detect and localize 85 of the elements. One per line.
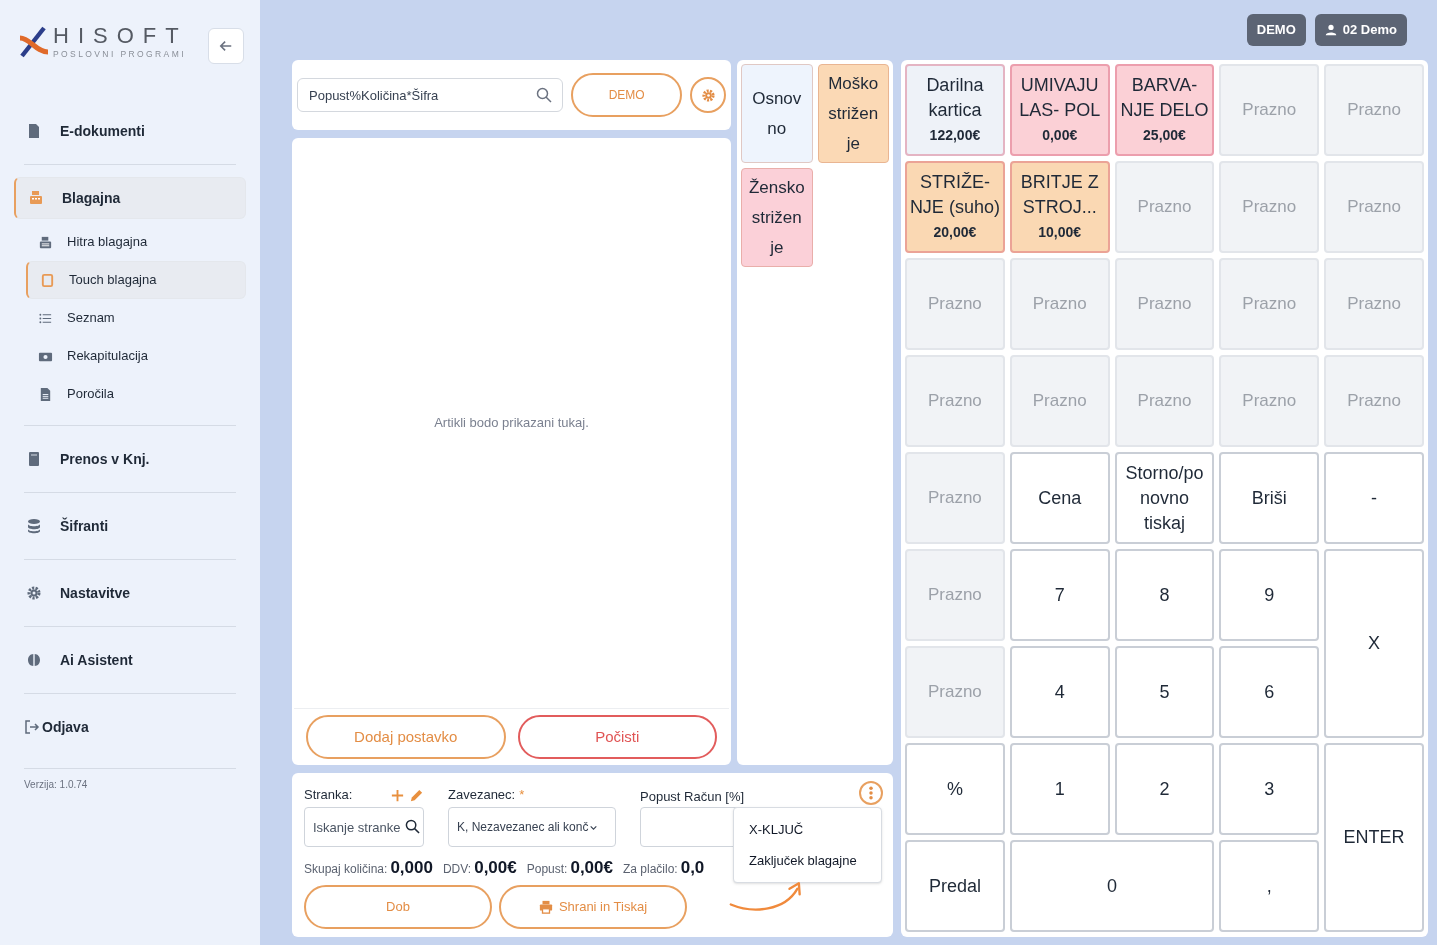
nav-item[interactable]: Odjava bbox=[14, 706, 246, 748]
nav-item[interactable]: Prenos v Knj. bbox=[14, 438, 246, 480]
book-icon bbox=[26, 451, 42, 467]
printer-icon bbox=[538, 899, 553, 914]
customer-search-field[interactable]: Iskanje stranke bbox=[304, 807, 424, 847]
keypad-key[interactable]: % bbox=[905, 743, 1005, 835]
logo-title: HISOFT bbox=[53, 24, 188, 48]
category-button[interactable]: Žensko strižen je bbox=[741, 168, 813, 267]
report-icon bbox=[38, 386, 53, 402]
keypad-key[interactable]: 0 bbox=[1009, 840, 1215, 932]
keypad-key[interactable]: 2 bbox=[1114, 743, 1215, 835]
product-button[interactable]: BRITJE Z STROJ... 10,00€ bbox=[1009, 161, 1110, 253]
version-text: Verzija: 1.0.74 bbox=[23, 778, 89, 792]
product-button[interactable]: Darilna kartica 122,00€ bbox=[905, 64, 1005, 156]
menu-item[interactable]: Zaključek blagajne bbox=[749, 851, 866, 871]
category-button[interactable]: Moško strižen je bbox=[817, 64, 889, 163]
nav-item[interactable]: Ai Asistent bbox=[14, 639, 246, 681]
field-label: Popust Račun [%] bbox=[640, 788, 746, 803]
user-badge[interactable]: 02 Demo bbox=[1314, 14, 1407, 46]
keypad-key[interactable]: 1 bbox=[1009, 743, 1110, 835]
more-icon bbox=[869, 786, 873, 800]
cash-register-icon bbox=[28, 190, 44, 206]
search-field[interactable]: Popust%Količina*Šifra bbox=[297, 78, 564, 112]
keypad-key[interactable]: 8 bbox=[1114, 549, 1215, 641]
search-icon bbox=[536, 87, 553, 103]
keypad-key[interactable]: ENTER bbox=[1324, 743, 1424, 932]
nav-subitem[interactable]: Touch blagajna bbox=[26, 261, 246, 299]
total-value: 0,00€ bbox=[474, 857, 517, 879]
back-button[interactable] bbox=[208, 28, 244, 64]
category-button[interactable]: Osnov no bbox=[741, 64, 813, 163]
total-label: DDV: bbox=[442, 861, 472, 878]
nav-subitem[interactable]: Poročila bbox=[26, 375, 246, 413]
nav-subitem[interactable]: Hitra blagajna bbox=[26, 223, 246, 261]
more-button[interactable] bbox=[859, 781, 883, 805]
keypad-key[interactable]: 9 bbox=[1219, 549, 1320, 641]
settings-button[interactable] bbox=[690, 77, 726, 113]
plus-icon bbox=[390, 787, 405, 803]
company-badge[interactable]: DEMO bbox=[1246, 14, 1306, 46]
keypad-key[interactable]: , bbox=[1219, 840, 1320, 932]
total-label: Popust: bbox=[526, 861, 568, 878]
keypad-key[interactable]: 6 bbox=[1219, 646, 1320, 738]
total-value: 0,0 bbox=[680, 857, 705, 879]
keypad-key[interactable]: Cena bbox=[1009, 452, 1110, 544]
nav-subitem[interactable]: Rekapitulacija bbox=[26, 337, 246, 375]
clear-button[interactable]: Počisti bbox=[517, 715, 717, 759]
total-label: Skupaj količina: bbox=[304, 861, 388, 878]
product-button[interactable]: STRIŽE- NJE (suho) 20,00€ bbox=[905, 161, 1005, 253]
user-icon bbox=[1324, 24, 1337, 36]
nav-item[interactable]: Blagajna bbox=[14, 177, 246, 219]
logout-icon bbox=[24, 719, 40, 735]
keypad-key[interactable]: Briši bbox=[1219, 452, 1320, 544]
taxpayer-select[interactable]: K, Nezavezanec ali konč bbox=[448, 807, 616, 847]
gear-icon bbox=[26, 585, 42, 601]
nav-item[interactable]: E-dokumenti bbox=[14, 110, 246, 152]
settings-icon bbox=[700, 87, 716, 103]
brain-icon bbox=[26, 652, 42, 668]
keypad-key[interactable]: - bbox=[1324, 452, 1424, 544]
keypad-key[interactable]: Predal bbox=[905, 840, 1005, 932]
back-arrow-icon bbox=[219, 39, 233, 53]
total-label: Za plačilo: bbox=[622, 861, 678, 878]
nav-subitem[interactable]: Seznam bbox=[26, 299, 246, 337]
pencil-icon bbox=[409, 787, 424, 803]
keypad-key[interactable]: 3 bbox=[1219, 743, 1320, 835]
product-button[interactable]: BARVA- NJE DELO 25,00€ bbox=[1114, 64, 1215, 156]
keypad-key[interactable]: 7 bbox=[1009, 549, 1110, 641]
menu-item[interactable]: X-KLJUČ bbox=[749, 819, 866, 839]
empty-message: Artikli bodo prikazani tukaj. bbox=[434, 414, 589, 433]
keypad-key[interactable]: 5 bbox=[1114, 646, 1215, 738]
keypad-key[interactable]: Storno/po novno tiskaj bbox=[1114, 452, 1215, 544]
nav-item[interactable]: Nastavitve bbox=[14, 572, 246, 614]
total-value: 0,000 bbox=[390, 857, 433, 879]
keyboard-register-icon bbox=[38, 234, 53, 250]
tablet-icon bbox=[40, 272, 55, 288]
nav-item[interactable]: Šifranti bbox=[14, 505, 246, 547]
database-icon bbox=[26, 518, 42, 534]
field-label: Zavezanec: bbox=[448, 786, 516, 805]
required-mark: * bbox=[519, 786, 525, 805]
total-value: 0,00€ bbox=[570, 857, 613, 879]
search-icon bbox=[405, 819, 420, 834]
keypad-key[interactable]: X bbox=[1324, 549, 1424, 738]
logo-subtitle: POSLOVNI PROGRAMI bbox=[53, 48, 187, 60]
keypad-key[interactable]: 4 bbox=[1009, 646, 1110, 738]
field-label: Stranka: bbox=[304, 786, 353, 805]
document-icon bbox=[26, 123, 42, 139]
product-button[interactable]: UMIVAJU LAS- POL 0,00€ bbox=[1009, 64, 1110, 156]
